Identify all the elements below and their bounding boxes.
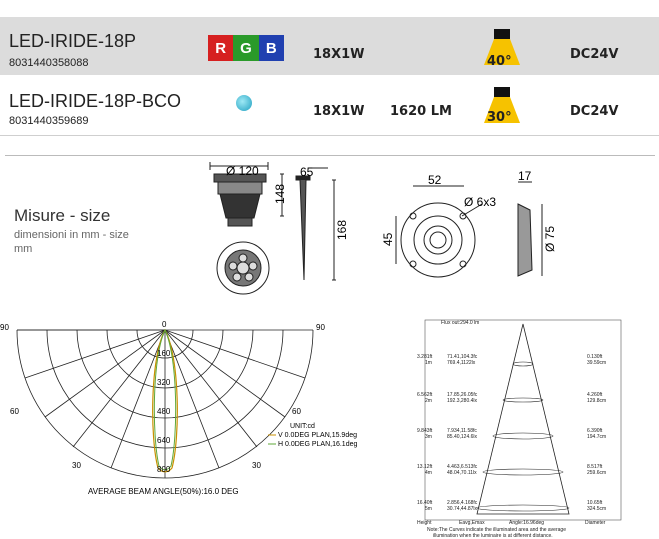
product-name: LED-IRIDE-18P [9,31,137,51]
beam-angle-label: 40° [487,54,512,69]
dim-17: 17 [518,169,532,183]
illum-value: 259.6cm [587,470,606,476]
illum-header: Flux out:294.0 lm [441,320,479,326]
illum-value: 5m [425,506,432,512]
angle-label: 60 [292,407,301,416]
size-subtitle: dimensioni in mm - size mm [14,229,129,255]
white-color-dot-icon [236,95,252,111]
illuminance-diagram: Flux out:294.0 lm 3.281ft1m71.41,104.3fc… [417,319,622,539]
rgb-badge: R G B [208,35,284,61]
voltage-spec: DC24V [570,104,619,119]
illum-footer: Eavg,Emax [459,520,485,526]
radial-label: 160 [157,349,171,358]
radial-label: 800 [157,465,171,474]
dim-6x3: Ø 6x3 [464,195,496,209]
product-name: LED-IRIDE-18P-BCO [9,91,182,111]
beam-angle-text: AVERAGE BEAM ANGLE(50%):16.0 DEG [88,487,239,496]
illum-value: 769.4,1122lx [447,360,476,366]
rgb-b: B [258,35,284,61]
angle-label: 30 [72,461,81,470]
illum-footer: Diameter [585,520,606,526]
section-divider [5,155,655,156]
angle-label: 0 [162,320,167,329]
beam-angle-label: 30° [487,110,512,125]
dim-65: 65 [300,165,314,179]
angle-label: 90 [316,323,325,332]
power-spec: 18X1W [313,47,365,62]
radial-label: 320 [157,378,171,387]
dim-75: Ø 75 [543,226,557,252]
legend-v: V 0.0DEG PLAN,15.9deg [278,432,357,439]
voltage-spec: DC24V [570,47,619,62]
power-spec: 18X1W [313,104,365,119]
illum-value: 85.40,124.6lx [447,434,478,440]
legend-h: H 0.0DEG PLAN,16.1deg [278,441,357,448]
dim-120: Ø 120 [226,164,259,178]
illum-value: 2m [425,398,432,404]
unit-label: UNIT:cd [290,423,315,430]
illum-value: 30.74,44.87lx [447,506,478,512]
illum-value: 1m [425,360,432,366]
illum-value: 3m [425,434,432,440]
size-title: Misure - size [14,206,111,225]
dim-52: 52 [428,173,442,187]
angle-label: 60 [10,407,19,416]
dim-148: 148 [273,184,287,204]
product-code: 8031440359689 [9,115,89,127]
illum-value: 194.7cm [587,434,606,440]
product-row-1: LED-IRIDE-18P 8031440358088 R G B 18X1W … [0,17,659,75]
rgb-g: G [233,35,259,61]
radial-label: 640 [157,436,171,445]
dim-168: 168 [335,220,349,240]
rgb-r: R [208,35,234,61]
illum-value: 129.8cm [587,398,606,404]
dim-45: 45 [381,232,395,246]
illum-value: 324.5cm [587,506,606,512]
product-code: 8031440358088 [9,57,89,69]
illum-note: illumination when the luminaire is at di… [433,533,553,539]
illum-value: 48.04,70.11lx [447,470,477,476]
illum-footer: Height [417,520,432,526]
illum-value: 192.3,280.4lx [447,398,478,404]
polar-diagram: 90 0 90 60 60 30 30 160 320 480 640 800 … [0,320,357,496]
illum-footer: Angle:16.96deg [509,520,544,526]
illum-value: 4m [425,470,432,476]
radial-label: 480 [157,407,171,416]
technical-drawing: Ø 120 65 148 168 52 Ø 6x3 45 17 Ø 75 [209,162,557,295]
illum-value: 39.59cm [587,360,606,366]
angle-label: 30 [252,461,261,470]
lumen-spec: 1620 LM [390,104,452,119]
product-row-2: LED-IRIDE-18P-BCO 8031440359689 18X1W 16… [0,77,659,136]
angle-label: 90 [0,323,9,332]
